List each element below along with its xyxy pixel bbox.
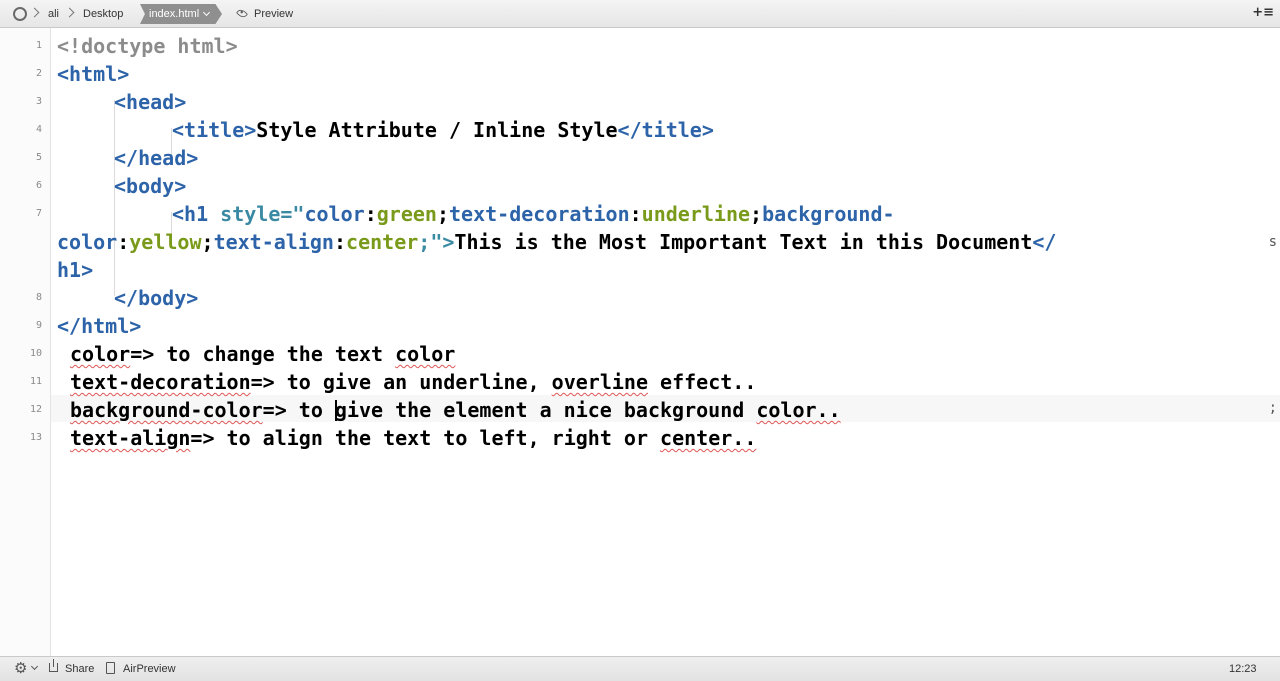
plus-menu-icon[interactable]: +≡ — [1252, 5, 1274, 20]
code-line-5: </head> — [114, 146, 198, 170]
css-value: green — [376, 202, 437, 226]
breadcrumb-item-desktop[interactable]: Desktop — [83, 0, 123, 28]
code-line-8: </body> — [114, 286, 198, 310]
head-open-tag: <head> — [114, 90, 187, 114]
spell-word: color — [70, 342, 131, 366]
note-text: => to — [262, 398, 335, 422]
chevron-right-icon — [64, 7, 75, 18]
breadcrumb-item-ali[interactable]: ali — [48, 0, 59, 28]
line-gutter: 1 2 3 4 5 6 7 8 9 10 11 12 13 — [0, 28, 51, 656]
spell-word: color — [395, 342, 456, 366]
line-number: 3 — [35, 96, 42, 107]
preview-button[interactable]: Preview — [254, 0, 293, 28]
breadcrumb-active-file[interactable]: index.html — [140, 4, 222, 24]
h1-text: This is the Most Important Text in this … — [454, 230, 1033, 254]
body-open-tag: <body> — [114, 174, 187, 198]
wrap-marker: s — [1268, 234, 1277, 250]
line-number: 9 — [35, 320, 42, 331]
indent-guide — [114, 100, 115, 296]
h1-close-tag-end: h1> — [57, 258, 94, 282]
head-close-tag: </head> — [114, 146, 199, 170]
line-number: 4 — [35, 124, 42, 135]
css-property: background- — [762, 202, 895, 226]
style-attribute-end: ;"> — [418, 230, 455, 254]
share-icon — [49, 659, 58, 672]
line-number: 10 — [29, 348, 42, 359]
code-editor[interactable]: 1 2 3 4 5 6 7 8 9 10 11 12 13 <!doctype … — [0, 28, 1280, 656]
note-text: effect.. — [647, 370, 757, 394]
code-line-9: </html> — [57, 314, 141, 338]
spell-word: overline — [551, 370, 648, 394]
code-line-12: background-color=> to give the element a… — [70, 398, 841, 422]
chevron-right-icon — [29, 7, 40, 18]
note-text: => to align the text to left, right or — [190, 426, 661, 450]
title-open-tag: <title> — [172, 118, 257, 142]
css-value: yellow — [129, 230, 202, 254]
line-number: 1 — [35, 40, 42, 51]
body-close-tag: </body> — [114, 286, 199, 310]
spell-word: color.. — [756, 398, 841, 422]
css-value: center — [346, 230, 419, 254]
device-icon — [106, 662, 115, 674]
active-file-label: index.html — [149, 8, 200, 20]
css-value: underline — [641, 202, 751, 226]
style-attribute: style=" — [220, 202, 305, 226]
html-open-tag: <html> — [57, 62, 130, 86]
css-property: text-align — [213, 230, 334, 254]
code-line-7-wrap-1: color:yellow;text-align:center;">This is… — [57, 230, 1057, 254]
line-number: 13 — [29, 432, 42, 443]
share-button[interactable]: Share — [65, 663, 94, 675]
airpreview-button[interactable]: AirPreview — [123, 663, 176, 675]
line-number: 5 — [35, 152, 42, 163]
line-number: 7 — [35, 208, 42, 219]
code-line-6: <body> — [114, 174, 186, 198]
wrap-marker: ; — [1268, 400, 1277, 416]
code-line-1: <!doctype html> — [57, 34, 238, 58]
line-number: 8 — [35, 292, 42, 303]
css-property: color — [304, 202, 365, 226]
chevron-down-icon[interactable] — [30, 662, 39, 671]
html-close-tag: </html> — [57, 314, 142, 338]
line-number: 2 — [35, 68, 42, 79]
code-line-13: text-align=> to align the text to left, … — [70, 426, 756, 450]
note-text: => to give an underline, — [250, 370, 552, 394]
css-property: color — [57, 230, 118, 254]
spell-word: center.. — [660, 426, 757, 450]
code-line-2: <html> — [57, 62, 129, 86]
title-close-tag: </title> — [617, 118, 714, 142]
h1-open-tag: <h1 — [172, 202, 221, 226]
code-line-4: <title>Style Attribute / Inline Style</t… — [172, 118, 714, 142]
code-line-3: <head> — [114, 90, 186, 114]
eye-icon — [236, 7, 248, 20]
code-line-7-wrap-2: h1> — [57, 258, 93, 282]
spell-word: text-decoration — [70, 370, 251, 394]
doctype: <!doctype html> — [57, 34, 238, 58]
code-line-10: color=> to change the text color — [70, 342, 455, 366]
code-line-11: text-decoration=> to give an underline, … — [70, 370, 756, 394]
note-text: => to change the text — [130, 342, 396, 366]
status-bar: ⚙ Share AirPreview 12:23 — [0, 656, 1280, 681]
circle-icon[interactable] — [13, 7, 27, 21]
code-line-7: <h1 style="color:green;text-decoration:u… — [172, 202, 895, 226]
breadcrumb-bar: ali Desktop index.html Preview +≡ — [0, 0, 1280, 28]
title-text: Style Attribute / Inline Style — [256, 118, 618, 142]
line-number: 11 — [29, 376, 42, 387]
spell-word: background-color — [70, 398, 263, 422]
gear-icon[interactable]: ⚙ — [14, 661, 28, 676]
cursor-position: 12:23 — [1229, 663, 1257, 675]
line-number: 6 — [35, 180, 42, 191]
line-number: 12 — [29, 404, 42, 415]
spell-word: text-align — [70, 426, 191, 450]
chevron-down-icon — [203, 8, 211, 17]
note-text: give the element a nice background — [334, 398, 757, 422]
h1-close-tag-start: </ — [1032, 230, 1057, 254]
css-property: text-decoration — [449, 202, 630, 226]
